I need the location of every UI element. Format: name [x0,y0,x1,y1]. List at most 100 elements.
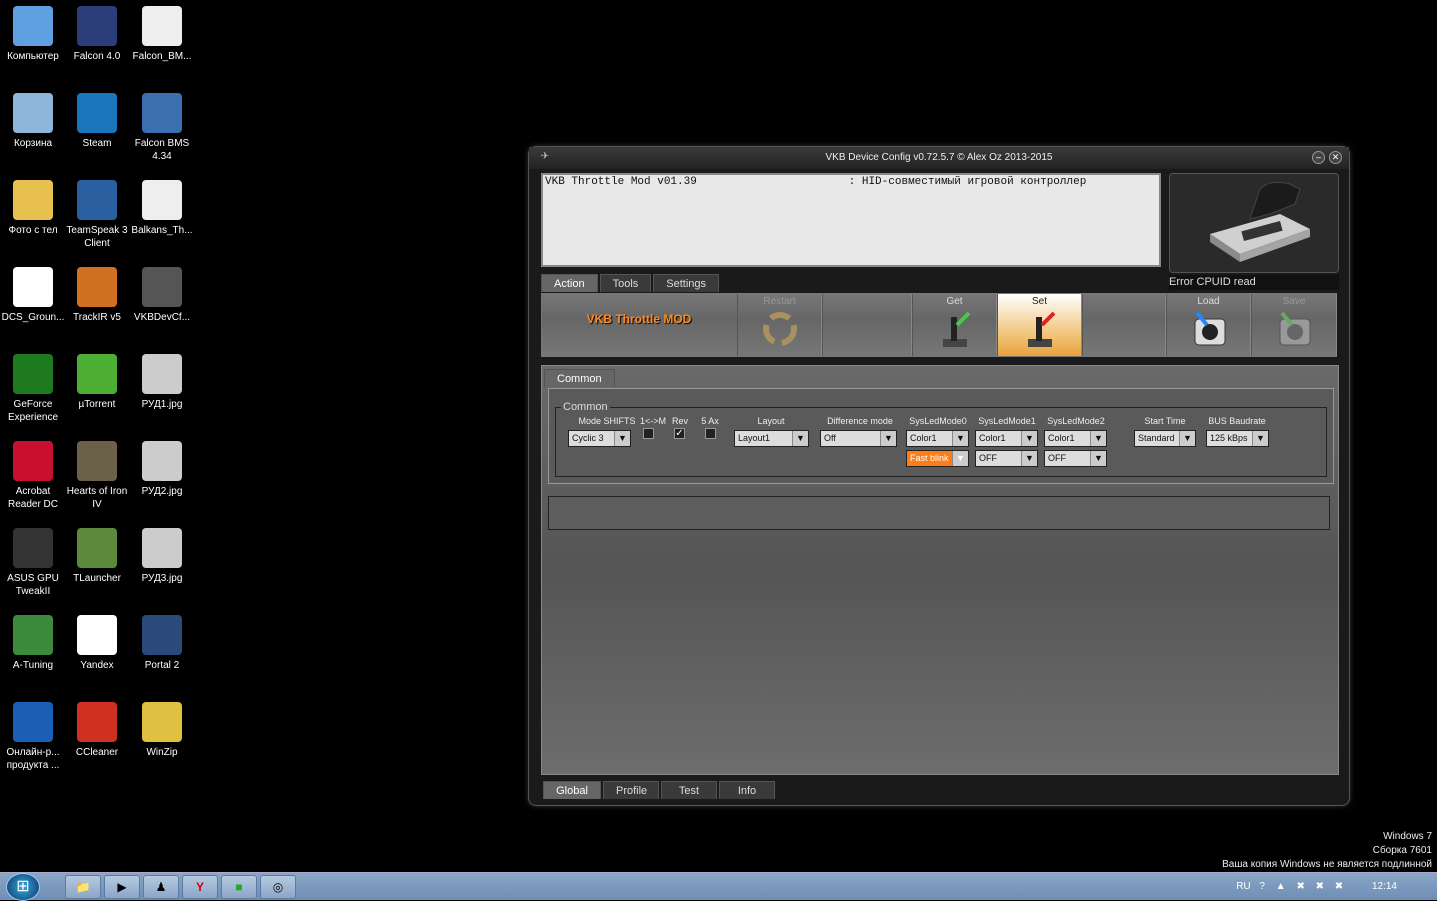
app-taskbar-button[interactable]: ◎ [260,875,296,899]
chevron-down-icon: ▼ [952,431,968,446]
set-label: Set [1031,296,1047,307]
tab-test[interactable]: Test [661,781,717,799]
sysled2-color-select[interactable]: Color1 ▼ [1044,430,1107,447]
yandex-icon: Y [195,880,204,894]
five-ax-checkbox[interactable] [705,428,716,439]
media-taskbar-button[interactable]: ▶ [104,875,140,899]
nvidia-taskbar-button[interactable]: ■ [221,875,257,899]
device-name: VKB Throttle Mod v01.39 [545,176,697,188]
steam-icon [77,93,117,133]
desktop-icon[interactable]: Yandex [65,609,129,672]
desktop-icon[interactable]: Balkans_Th... [130,174,194,237]
desktop-icon[interactable]: TLauncher [65,522,129,585]
start-time-select[interactable]: Standard ▼ [1134,430,1196,447]
one-m-checkbox[interactable] [643,428,654,439]
start-time-value: Standard [1138,433,1175,443]
desktop-icon[interactable]: РУД3.jpg [130,522,194,585]
close-button[interactable]: ✕ [1329,151,1342,164]
watermark-line2: Сборка 7601 [1372,845,1432,856]
desktop-icon[interactable]: CCleaner [65,696,129,759]
hoi-icon [77,441,117,481]
watermark-line1: Windows 7 [1383,831,1432,842]
layout-select[interactable]: Layout1 ▼ [734,430,809,447]
desktop-icon-label: РУД3.jpg [141,573,183,584]
desktop-icon[interactable]: Корзина [1,87,65,150]
difference-mode-select[interactable]: Off ▼ [820,430,897,447]
desktop-icon[interactable]: VKBDevCf... [130,261,194,324]
folder-icon [13,180,53,220]
desktop-icon-label: A-Tuning [12,660,54,671]
spacer-panel-2 [1082,294,1166,356]
title-bar[interactable]: ✈ VKB Device Config v0.72.5.7 © Alex Oz … [529,147,1349,169]
desktop-icon[interactable]: РУД2.jpg [130,435,194,498]
chevron-down-icon: ▼ [880,431,896,446]
tab-settings[interactable]: Settings [653,274,720,292]
sysled1-color-select[interactable]: Color1 ▼ [975,430,1038,447]
desktop-icon[interactable]: Hearts of Iron IV [65,435,129,511]
desktop-icon[interactable]: Portal 2 [130,609,194,672]
desktop-icon[interactable]: A-Tuning [1,609,65,672]
get-label: Get [946,296,963,307]
ccleaner-icon [77,702,117,742]
minimize-button[interactable]: – [1312,151,1325,164]
tab-tools[interactable]: Tools [599,274,652,292]
vkb-taskbar-button[interactable]: ♟ [143,875,179,899]
rev-checkbox[interactable]: ✓ [674,428,685,439]
start-button[interactable]: ⊞ [6,873,40,901]
five-ax-label: 5 Ax [701,416,719,426]
desktop-icon[interactable]: TrackIR v5 [65,261,129,324]
vkb-config-window: ✈ VKB Device Config v0.72.5.7 © Alex Oz … [528,146,1350,806]
desktop-icon[interactable]: Falcon_BM... [130,0,194,63]
desktop-icon[interactable]: Фото с тел [1,174,65,237]
tab-profile[interactable]: Profile [603,781,659,799]
clock[interactable]: 12:14 [1372,881,1397,892]
sound-icon[interactable]: ✖ [1296,881,1304,892]
tab-info[interactable]: Info [719,781,775,799]
desktop-icon-label: ASUS GPU TweakII [7,573,59,597]
get-button[interactable]: Get [912,294,997,356]
desktop-icon[interactable]: Falcon BMS 4.34 [130,87,194,163]
bus-baudrate-label: BUS Baudrate [1208,416,1266,426]
model-label: VKB Throttle MOD [586,312,692,326]
load-disk-icon [1194,311,1225,346]
sysled1-label: SysLedMode1 [978,416,1036,426]
desktop-icon[interactable]: µTorrent [65,348,129,411]
desktop-icon[interactable]: Acrobat Reader DC [1,435,65,511]
desktop-icon[interactable]: Компьютер [1,0,65,63]
tab-global[interactable]: Global [543,781,601,799]
desktop: Компьютер Falcon 4.0 Falcon_BM... Корзина St… [0,0,1437,872]
tab-common[interactable]: Common [544,369,615,387]
winzip-icon [142,702,182,742]
sysled0-color-select[interactable]: Color1 ▼ [906,430,969,447]
network-icon[interactable]: ▲ [1276,881,1286,892]
restart-button[interactable]: Restart [737,294,822,356]
security-icon[interactable]: ✖ [1335,881,1343,892]
load-button[interactable]: Load [1166,294,1251,356]
desktop-icon[interactable]: РУД1.jpg [130,348,194,411]
desktop-icon[interactable]: Онлайн-р... продукта ... [1,696,65,772]
desktop-icon[interactable]: TeamSpeak 3 Client [65,174,129,250]
usb-icon[interactable]: ✖ [1316,881,1324,892]
sysled1-mode-select[interactable]: OFF ▼ [975,450,1038,467]
desktop-icon[interactable]: Falcon 4.0 [65,0,129,63]
explorer-taskbar-button[interactable]: 📁 [65,875,101,899]
desktop-icon[interactable]: WinZip [130,696,194,759]
language-indicator[interactable]: RU [1236,881,1250,892]
sysled0-mode-value: Fast blink [910,453,949,463]
desktop-icon[interactable]: Steam [65,87,129,150]
desktop-icon[interactable]: GeForce Experience [1,348,65,424]
bus-baudrate-select[interactable]: 125 kBps ▼ [1206,430,1269,447]
help-icon[interactable]: ? [1259,881,1265,892]
save-button[interactable]: Save [1251,294,1337,356]
sysled2-mode-select[interactable]: OFF ▼ [1044,450,1107,467]
desktop-icon[interactable]: ASUS GPU TweakII [1,522,65,598]
chevron-down-icon: ▼ [1021,451,1037,466]
desktop-icon[interactable]: DCS_Groun... [1,261,65,324]
desktop-icon-label: Falcon 4.0 [73,51,121,62]
desktop-icon-label: Steam [82,138,112,149]
mode-shifts-select[interactable]: Cyclic 3 ▼ [568,430,631,447]
yandex-taskbar-button[interactable]: Y [182,875,218,899]
tab-action[interactable]: Action [541,274,598,292]
set-button[interactable]: Set [997,294,1082,356]
sysled0-mode-select[interactable]: Fast blink ▼ [906,450,969,467]
